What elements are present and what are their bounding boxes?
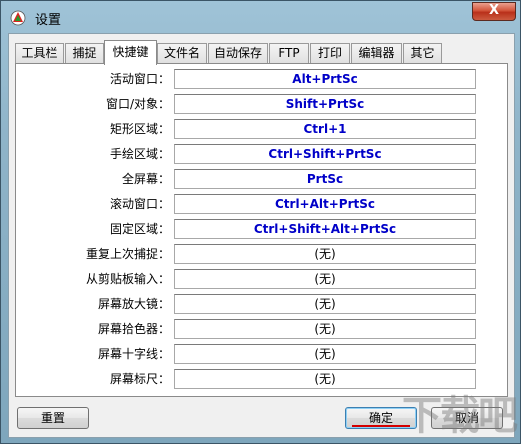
hotkey-field[interactable]: (无): [174, 269, 476, 289]
reset-button[interactable]: 重置: [17, 407, 89, 429]
hotkey-label: 全屏幕：: [121, 172, 170, 186]
hotkey-field[interactable]: (无): [174, 344, 476, 364]
settings-window: 设置 X 工具栏 捕捉 快捷键 文件名 自动保存 FTP 打印 编辑器 其它 活…: [0, 0, 521, 444]
hotkey-row: 屏幕十字线： (无): [16, 342, 507, 366]
hotkey-label: 滚动窗口：: [109, 197, 170, 211]
hotkey-field[interactable]: (无): [174, 294, 476, 314]
hotkey-field[interactable]: Ctrl+Shift+PrtSc: [174, 144, 476, 164]
hotkey-row: 手绘区域： Ctrl+Shift+PrtSc: [16, 142, 507, 166]
hotkey-row: 活动窗口： Alt+PrtSc: [16, 67, 507, 91]
hotkey-row: 滚动窗口： Ctrl+Alt+PrtSc: [16, 192, 507, 216]
tab-ftp[interactable]: FTP: [269, 43, 309, 63]
hotkey-label: 固定区域：: [109, 222, 170, 236]
tab-other[interactable]: 其它: [403, 43, 442, 63]
hotkey-field[interactable]: Ctrl+Shift+Alt+PrtSc: [174, 219, 476, 239]
hotkey-row: 屏幕放大镜： (无): [16, 292, 507, 316]
hotkey-label: 从剪贴板输入：: [85, 272, 170, 286]
dialog-client: 工具栏 捕捉 快捷键 文件名 自动保存 FTP 打印 编辑器 其它 活动窗口： …: [8, 33, 515, 438]
hotkey-field[interactable]: (无): [174, 244, 476, 264]
hotkey-row: 窗口/对象： Shift+PrtSc: [16, 92, 507, 116]
hotkey-label: 重复上次捕捉：: [85, 247, 170, 261]
app-logo-icon: [10, 10, 26, 26]
close-button[interactable]: X: [472, 2, 516, 21]
hotkey-label: 屏幕十字线：: [97, 347, 170, 361]
tab-hotkeys[interactable]: 快捷键: [104, 40, 157, 65]
ok-label: 确定: [368, 411, 393, 425]
tab-filename[interactable]: 文件名: [157, 43, 207, 63]
hotkeys-panel: 活动窗口： Alt+PrtSc 窗口/对象： Shift+PrtSc 矩形区域：…: [15, 63, 508, 397]
close-icon: X: [488, 3, 500, 18]
hotkey-row: 固定区域： Ctrl+Shift+Alt+PrtSc: [16, 217, 507, 241]
hotkey-label: 窗口/对象：: [105, 97, 170, 111]
hotkey-row: 重复上次捕捉： (无): [16, 242, 507, 266]
hotkey-field[interactable]: Ctrl+Alt+PrtSc: [174, 194, 476, 214]
hotkey-field[interactable]: Alt+PrtSc: [174, 69, 476, 89]
hotkey-row: 从剪贴板输入： (无): [16, 267, 507, 291]
watermark-logo: 下载吧: [402, 392, 518, 439]
hotkey-label: 屏幕标尺：: [109, 372, 170, 386]
hotkey-label: 活动窗口：: [109, 72, 170, 86]
title-bar[interactable]: 设置 X: [1, 1, 521, 33]
hotkey-field[interactable]: (无): [174, 319, 476, 339]
hotkey-row: 矩形区域： Ctrl+1: [16, 117, 507, 141]
tab-capture[interactable]: 捕捉: [65, 43, 104, 63]
hotkey-row: 全屏幕： PrtSc: [16, 167, 507, 191]
hotkey-label: 屏幕放大镜：: [97, 297, 170, 311]
window-title: 设置: [35, 13, 62, 28]
hotkey-field[interactable]: Shift+PrtSc: [174, 94, 476, 114]
tab-print[interactable]: 打印: [310, 43, 350, 63]
hotkey-label: 屏幕拾色器：: [97, 322, 170, 336]
hotkey-row: 屏幕拾色器： (无): [16, 317, 507, 341]
hotkey-label: 矩形区域：: [109, 122, 170, 136]
tab-editor[interactable]: 编辑器: [351, 43, 402, 63]
hotkey-field[interactable]: Ctrl+1: [174, 119, 476, 139]
hotkey-label: 手绘区域：: [109, 147, 170, 161]
tab-autosave[interactable]: 自动保存: [208, 43, 268, 63]
hotkey-field[interactable]: PrtSc: [174, 169, 476, 189]
tab-toolbar[interactable]: 工具栏: [15, 43, 64, 63]
